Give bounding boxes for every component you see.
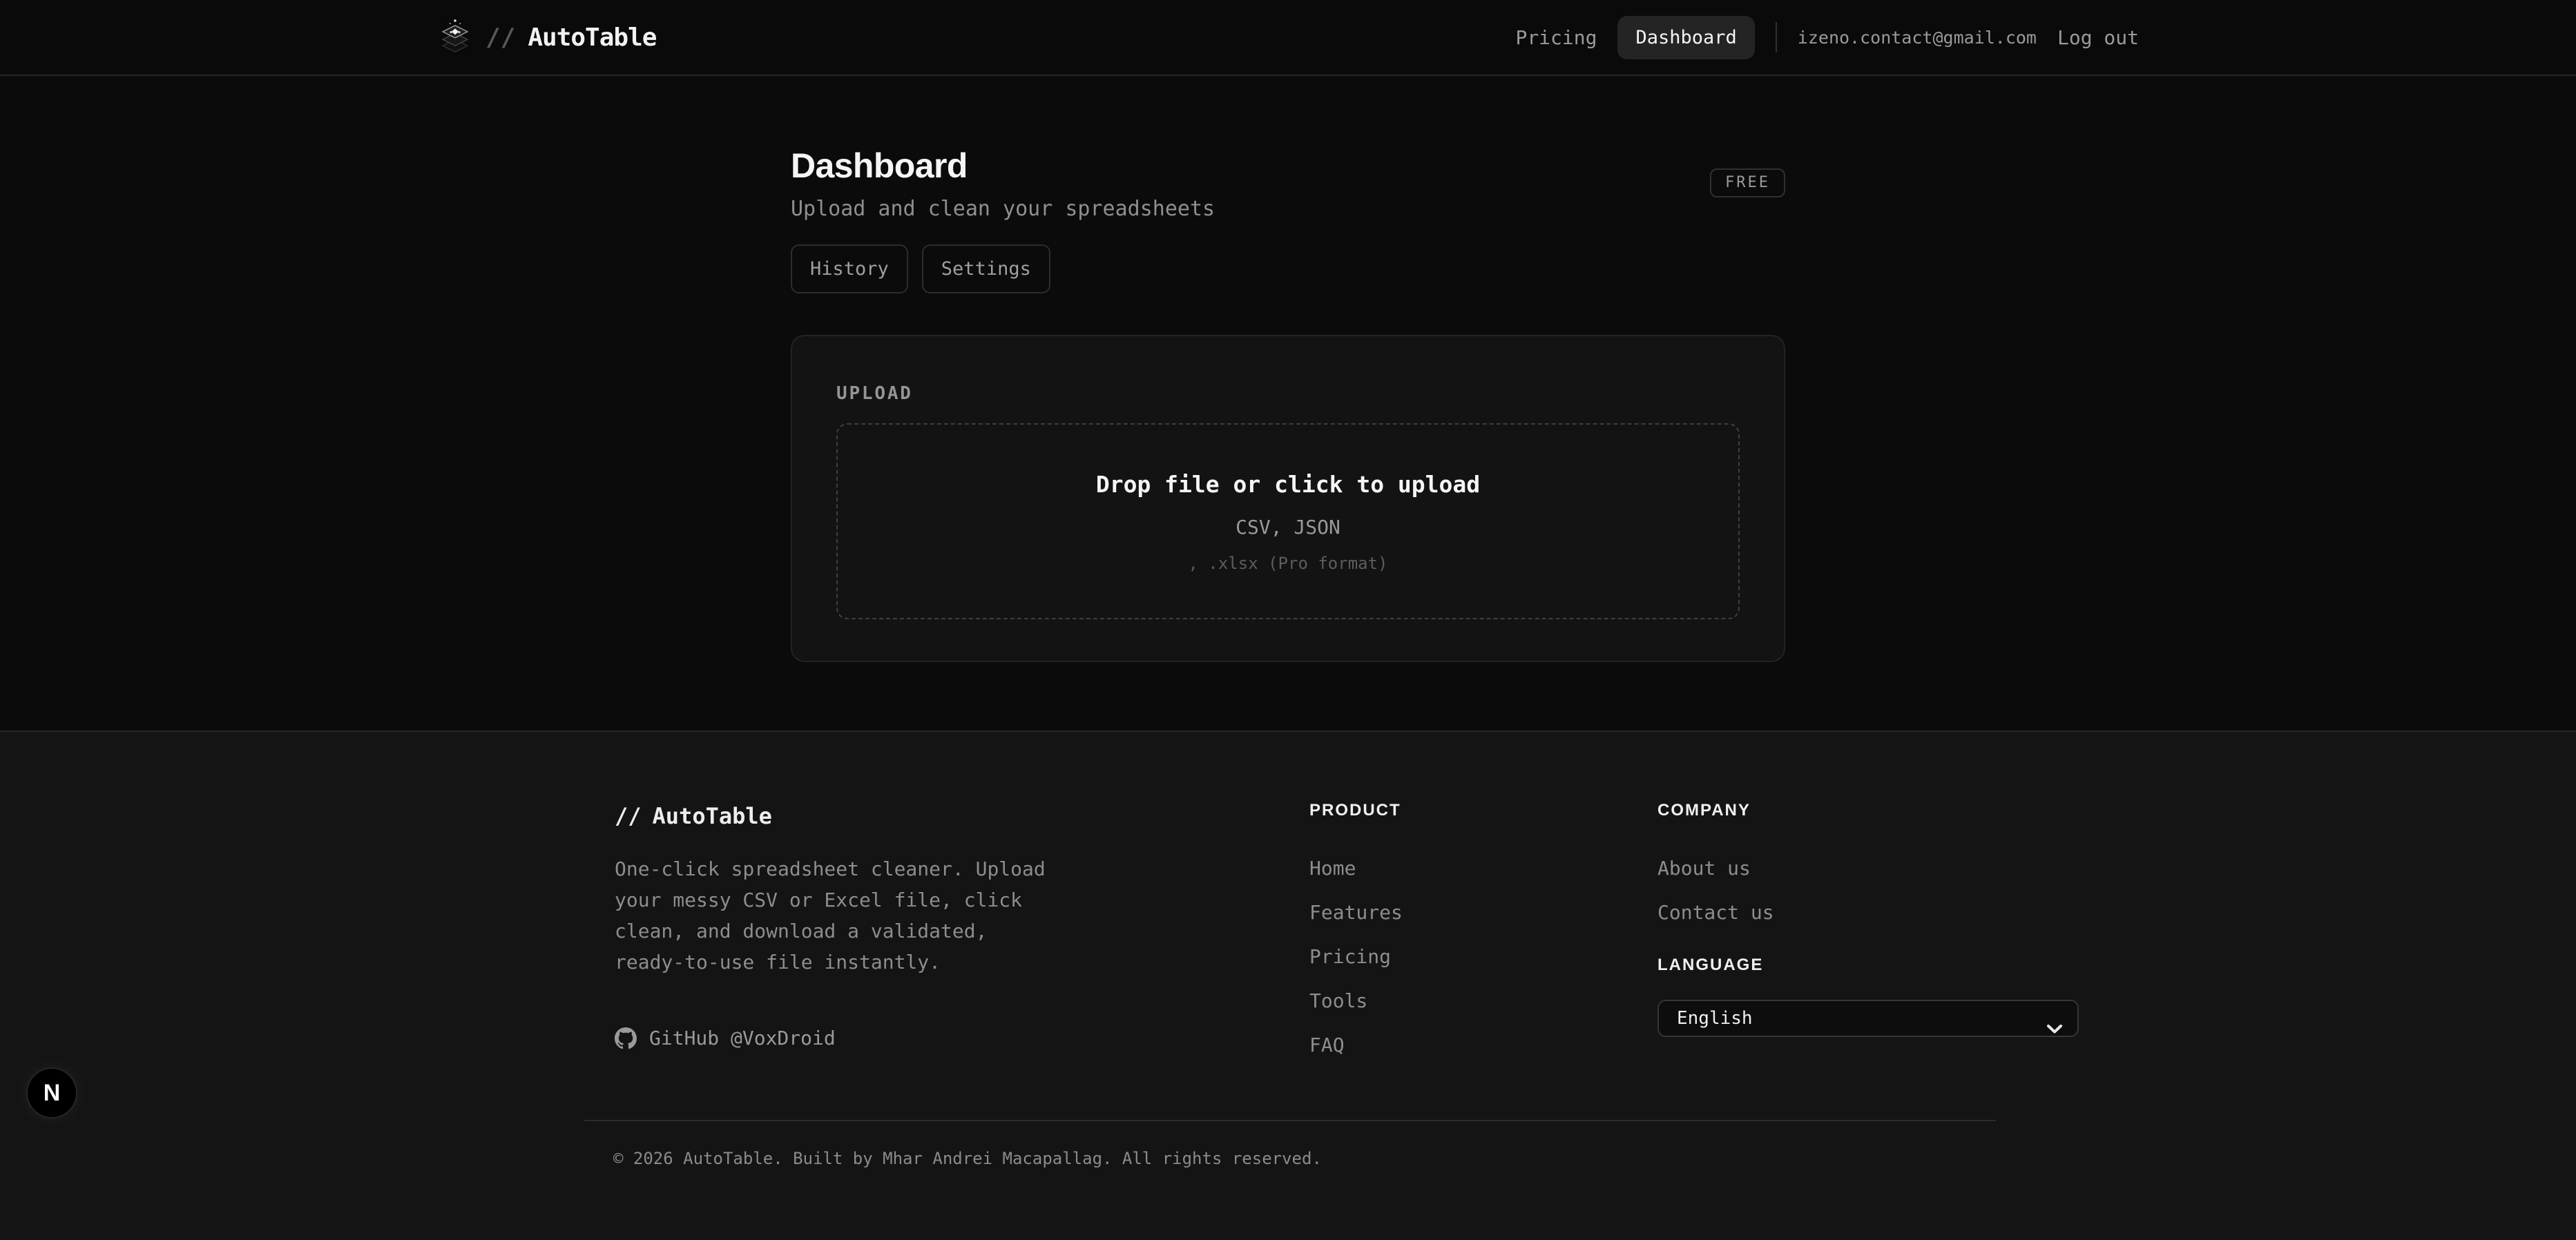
navbar: // AutoTable Pricing Dashboard izeno.con…: [0, 0, 2576, 76]
footer-product-column: PRODUCT Home Features Pricing Tools FAQ: [1309, 802, 1657, 1067]
footer: // AutoTable One-click spreadsheet clean…: [0, 730, 2576, 1240]
footer-link-tools[interactable]: Tools: [1309, 979, 1657, 1023]
footer-link-contact-us[interactable]: Contact us: [1657, 891, 2079, 935]
footer-language-title: LANGUAGE: [1657, 957, 2079, 973]
page-actions: History Settings: [791, 244, 1785, 293]
file-dropzone[interactable]: Drop file or click to upload CSV, JSON ,…: [836, 423, 1740, 619]
footer-grid: // AutoTable One-click spreadsheet clean…: [615, 802, 2079, 1067]
footer-divider: [584, 1120, 1996, 1121]
nav-link-dashboard-active[interactable]: Dashboard: [1617, 16, 1754, 59]
page-title: Dashboard: [791, 145, 1215, 186]
dropzone-formats: CSV, JSON: [1236, 518, 1340, 537]
app-root: // AutoTable Pricing Dashboard izeno.con…: [0, 0, 2576, 1240]
footer-description: One-click spreadsheet cleaner. Upload yo…: [615, 853, 1059, 978]
navbar-inner: // AutoTable Pricing Dashboard izeno.con…: [437, 0, 2139, 75]
page-subtitle: Upload and clean your spreadsheets: [791, 199, 1215, 220]
copyright-text: © 2026 AutoTable. Built by Mhar Andrei M…: [613, 1150, 2576, 1167]
upload-card: UPLOAD Drop file or click to upload CSV,…: [791, 335, 1785, 662]
logout-button[interactable]: Log out: [2057, 26, 2139, 49]
page-header: Dashboard Upload and clean your spreadsh…: [791, 145, 1785, 220]
nav-links: Pricing Dashboard izeno.contact@gmail.co…: [1515, 16, 2139, 59]
main-section: Dashboard Upload and clean your spreadsh…: [0, 76, 2576, 730]
footer-brand-slashes: //: [615, 802, 642, 830]
page-header-text: Dashboard Upload and clean your spreadsh…: [791, 145, 1215, 220]
footer-link-faq[interactable]: FAQ: [1309, 1023, 1657, 1067]
nav-divider: [1776, 22, 1777, 52]
language-select-wrap: English: [1657, 1000, 2079, 1037]
github-label: GitHub @VoxDroid: [649, 1027, 836, 1049]
footer-company-column: COMPANY About us Contact us LANGUAGE Eng…: [1657, 802, 2079, 1067]
brand[interactable]: // AutoTable: [437, 18, 656, 57]
brand-logo-icon: [437, 18, 473, 57]
footer-company-list: About us Contact us: [1657, 846, 2079, 935]
nextjs-n-icon: N: [44, 1080, 61, 1107]
main-container: Dashboard Upload and clean your spreadsh…: [791, 76, 1785, 662]
footer-link-home[interactable]: Home: [1309, 846, 1657, 891]
footer-product-list: Home Features Pricing Tools FAQ: [1309, 846, 1657, 1067]
nextjs-dev-badge[interactable]: N: [28, 1069, 76, 1117]
footer-product-title: PRODUCT: [1309, 802, 1657, 819]
nav-link-pricing[interactable]: Pricing: [1515, 26, 1597, 49]
footer-link-pricing[interactable]: Pricing: [1309, 935, 1657, 979]
footer-brand: // AutoTable: [615, 802, 1309, 830]
dropzone-pro-formats: , .xlsx (Pro format): [1189, 555, 1388, 572]
plan-badge: FREE: [1710, 168, 1785, 197]
github-link[interactable]: GitHub @VoxDroid: [615, 1027, 1309, 1049]
footer-link-features[interactable]: Features: [1309, 891, 1657, 935]
dropzone-title: Drop file or click to upload: [1096, 471, 1480, 498]
footer-brand-name: AutoTable: [653, 802, 772, 830]
upload-card-label: UPLOAD: [836, 385, 1740, 403]
history-button[interactable]: History: [791, 244, 908, 293]
brand-name: AutoTable: [528, 23, 656, 52]
footer-company-title: COMPANY: [1657, 802, 2079, 819]
user-email: izeno.contact@gmail.com: [1798, 28, 2037, 48]
settings-button[interactable]: Settings: [922, 244, 1050, 293]
github-icon: [615, 1027, 637, 1049]
footer-brand-column: // AutoTable One-click spreadsheet clean…: [615, 802, 1309, 1067]
language-select[interactable]: English: [1657, 1000, 2079, 1037]
footer-link-about-us[interactable]: About us: [1657, 846, 2079, 891]
brand-slashes: //: [486, 23, 515, 52]
